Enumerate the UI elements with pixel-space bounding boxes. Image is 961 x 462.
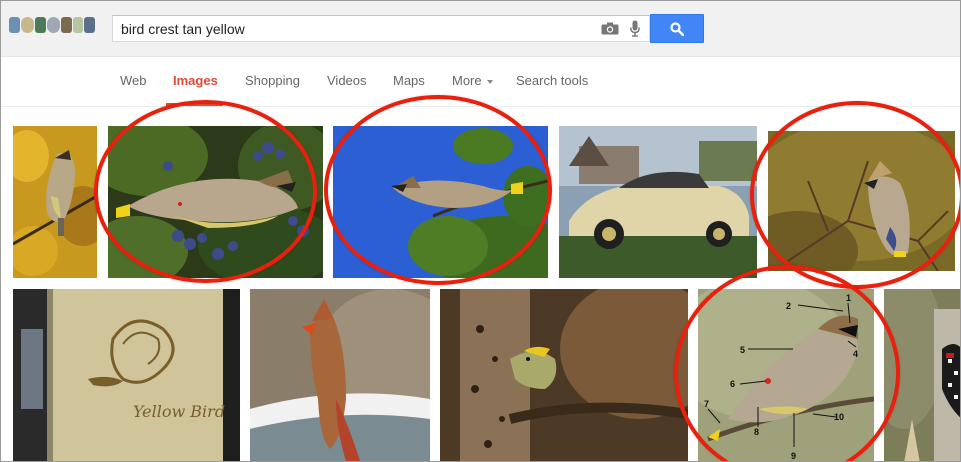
diagram-label: 5 [740,345,745,355]
image-result[interactable] [559,126,757,278]
microphone-icon[interactable] [627,20,643,38]
tab-maps[interactable]: Maps [393,73,425,88]
tab-shopping[interactable]: Shopping [245,73,300,88]
magnifier-icon [670,21,684,36]
search-input[interactable]: bird crest tan yellow [112,15,650,42]
tab-more[interactable]: More [452,73,493,88]
chevron-down-icon [486,79,493,84]
tab-search-tools[interactable]: Search tools [516,73,588,88]
tab-web[interactable]: Web [120,73,147,88]
diagram-label: 8 [754,427,759,437]
diagram-label: 4 [853,349,858,359]
image-result[interactable] [250,289,430,461]
search-query[interactable]: bird crest tan yellow [121,21,599,37]
search-button[interactable] [650,14,704,43]
image-results: Yellow Bird 2 1 4 5 6 7 8 9 10 [1,95,960,461]
diagram-label: 2 [786,301,791,311]
tab-videos[interactable]: Videos [327,73,367,88]
search-header: bird crest tan yellow [1,1,960,57]
doodle-logo[interactable] [9,11,96,39]
diagram-label: 7 [704,399,709,409]
active-tab-indicator [166,103,223,106]
diagram-label: 10 [834,412,844,422]
image-result[interactable] [333,126,548,278]
browser-frame: bird crest tan yellow Web Images Shoppin… [0,0,961,462]
tab-images[interactable]: Images [173,73,218,88]
diagram-label: 6 [730,379,735,389]
image-result[interactable] [13,126,97,278]
image-result[interactable]: 2 1 4 5 6 7 8 9 10 [698,289,874,461]
image-result[interactable] [768,131,955,271]
image-result[interactable] [108,126,323,278]
image-result[interactable]: Yellow Bird [13,289,240,461]
tab-more-label: More [452,73,482,88]
decal-caption: Yellow Bird [133,402,225,421]
search-tabs: Web Images Shopping Videos Maps More Sea… [1,57,960,107]
image-result[interactable] [440,289,688,461]
diagram-label: 9 [791,451,796,461]
diagram-label: 1 [846,293,851,303]
image-result[interactable] [884,289,960,461]
camera-icon[interactable] [599,21,621,37]
